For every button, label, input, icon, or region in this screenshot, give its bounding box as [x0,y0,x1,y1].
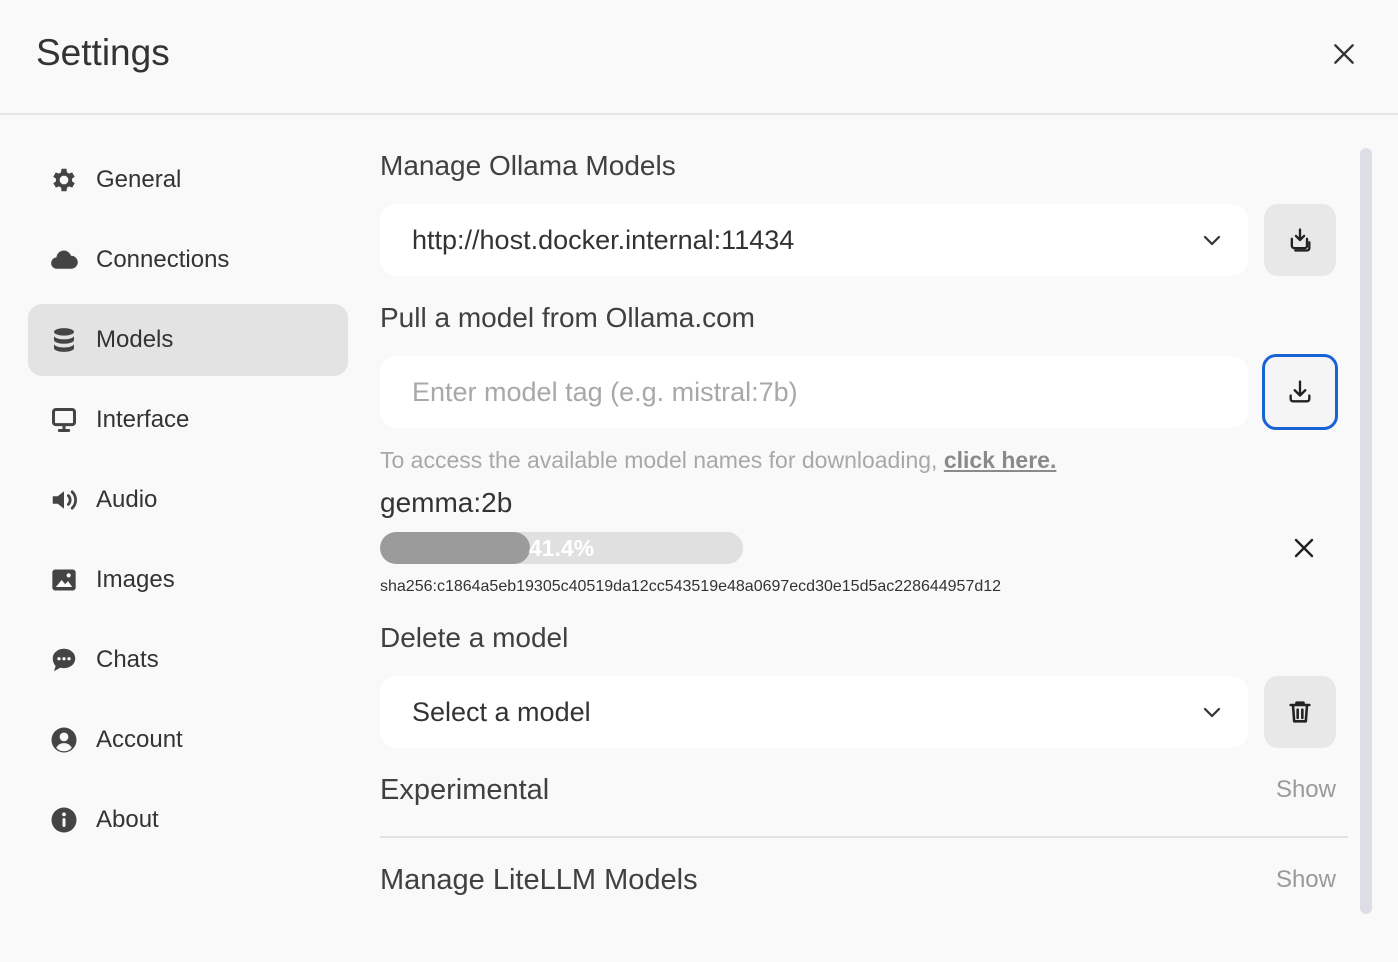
ollama-url-select[interactable]: http://host.docker.internal:11434 [380,204,1248,276]
cloud-icon [48,244,80,276]
chevron-down-icon [1203,235,1221,246]
ollama-url-value: http://host.docker.internal:11434 [412,224,795,255]
info-icon [48,804,80,836]
sidebar-item-general[interactable]: General [28,144,348,216]
sidebar-item-images[interactable]: Images [28,544,348,616]
speaker-icon [48,484,80,516]
manage-ollama-heading: Manage Ollama Models [380,150,676,181]
monitor-icon [48,404,80,436]
download-progress-bar: 41.4% [380,532,743,564]
experimental-label: Experimental [380,774,550,806]
model-tag-input[interactable] [380,356,1248,428]
cancel-download-button[interactable] [1284,528,1324,568]
pull-model-heading: Pull a model from Ollama.com [380,302,756,333]
trash-icon [1289,701,1311,723]
image-icon [48,564,80,596]
sidebar-item-interface[interactable]: Interface [28,384,348,456]
pull-model-button[interactable] [1262,354,1338,430]
delete-model-select[interactable]: Select a model [380,676,1248,748]
model-names-hint: To access the available model names for … [380,447,1056,474]
experimental-show-toggle[interactable]: Show [1276,776,1336,804]
settings-sidebar: General Connections Models Interface Aud… [28,144,348,864]
hint-text: To access the available model names for … [380,447,944,473]
click-here-link[interactable]: click here. [944,447,1057,473]
download-icon [1289,380,1311,403]
sidebar-item-label: Interface [96,406,190,433]
download-progress-label: 41.4% [528,535,595,561]
chevron-down-icon [1203,707,1221,718]
update-all-models-button[interactable] [1264,204,1336,276]
sidebar-item-label: Audio [96,486,158,513]
section-divider [380,836,1348,838]
sidebar-item-label: Models [96,326,174,353]
sidebar-item-label: Connections [96,246,230,273]
download-stack-icon [1290,228,1311,252]
content-scrollbar[interactable] [1360,148,1372,914]
chat-bubble-icon [48,644,80,676]
user-circle-icon [48,724,80,756]
sidebar-item-label: General [96,166,182,193]
download-digest: sha256:c1864a5eb19305c40519da12cc543519e… [380,578,1002,595]
models-settings-panel: Manage Ollama Models http://host.docker.… [380,0,1348,962]
sidebar-item-account[interactable]: Account [28,704,348,776]
sidebar-item-label: About [96,806,159,833]
litellm-show-toggle[interactable]: Show [1276,866,1336,894]
experimental-row: Experimental Show [380,774,1336,814]
sidebar-item-audio[interactable]: Audio [28,464,348,536]
sidebar-item-label: Chats [96,646,159,673]
delete-model-value: Select a model [412,696,591,727]
downloading-model-name: gemma:2b [380,487,513,518]
sidebar-item-about[interactable]: About [28,784,348,856]
close-icon [1294,538,1314,558]
delete-model-heading: Delete a model [380,622,569,653]
litellm-row: Manage LiteLLM Models Show [380,864,1336,904]
sidebar-item-connections[interactable]: Connections [28,224,348,296]
delete-model-button[interactable] [1264,676,1336,748]
sidebar-item-label: Account [96,726,183,753]
sidebar-item-models[interactable]: Models [28,304,348,376]
database-icon [48,324,80,356]
sidebar-item-chats[interactable]: Chats [28,624,348,696]
litellm-label: Manage LiteLLM Models [380,864,698,896]
sidebar-item-label: Images [96,566,175,593]
page-title: Settings [36,32,170,73]
gear-icon [48,164,80,196]
